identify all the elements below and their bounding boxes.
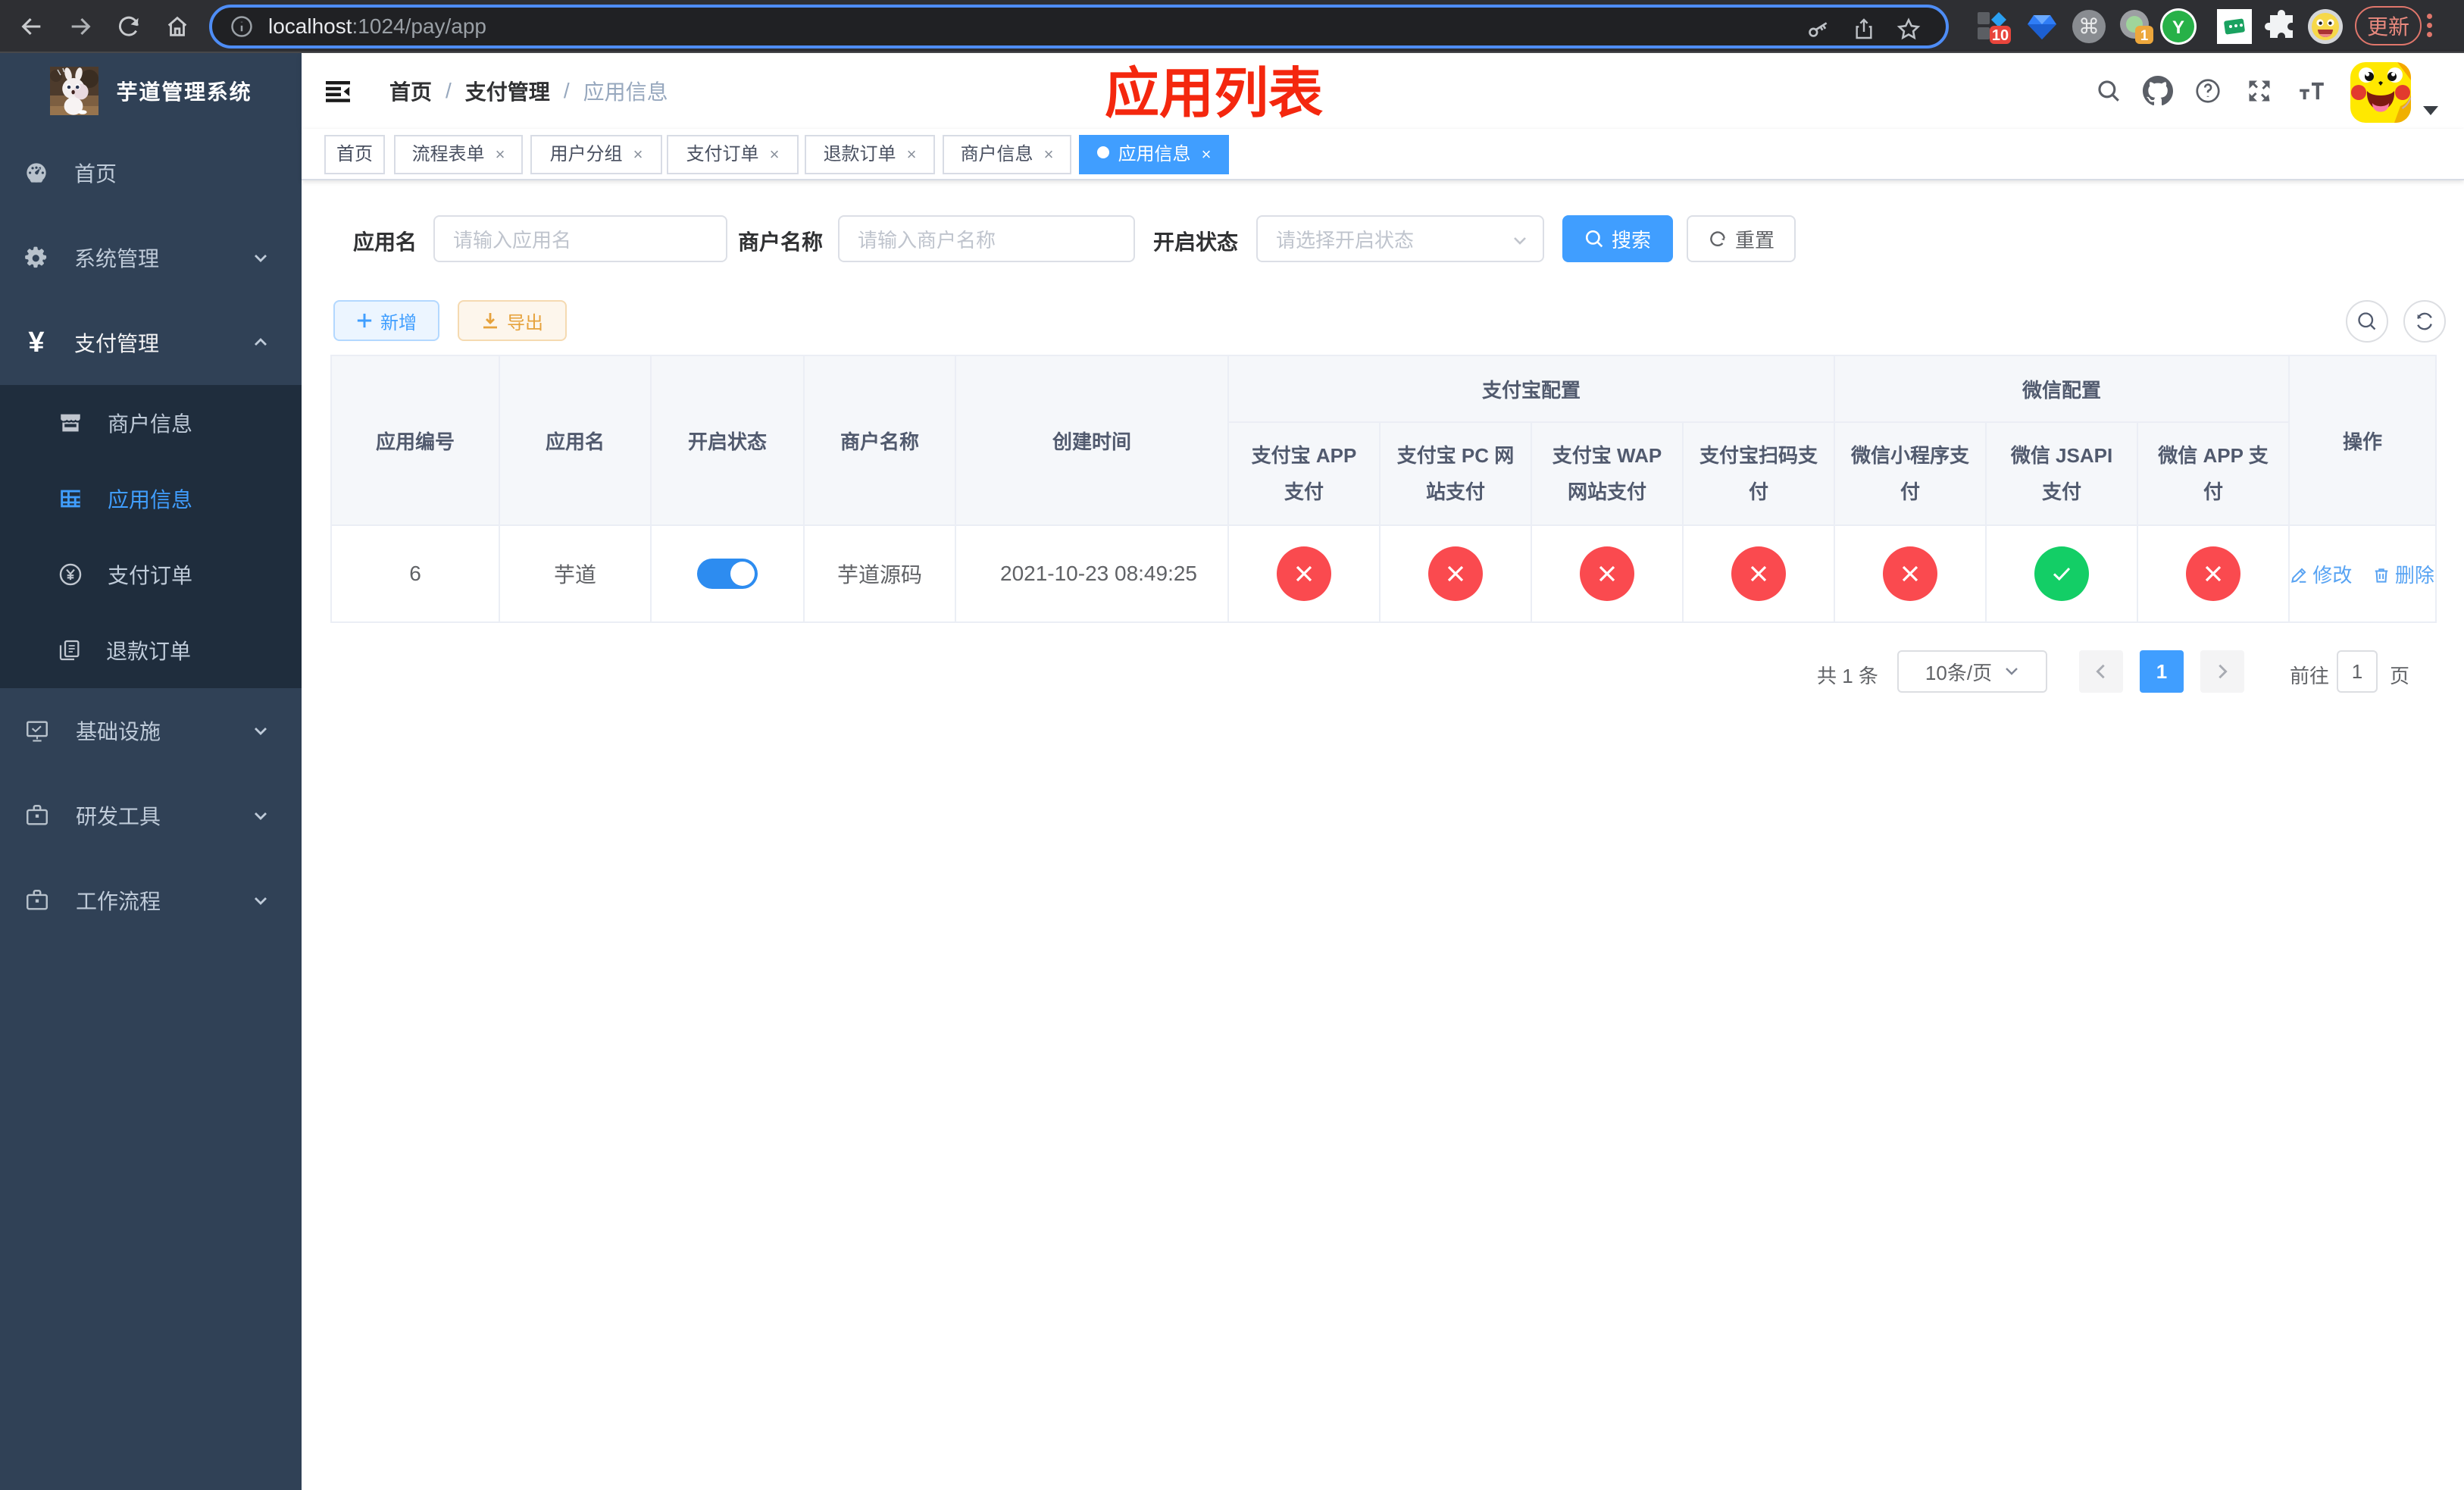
- svg-text:Y: Y: [2172, 17, 2184, 38]
- svg-text:1: 1: [2140, 28, 2149, 44]
- svg-text:⌘: ⌘: [2078, 14, 2100, 38]
- svg-text:10: 10: [1992, 27, 2009, 44]
